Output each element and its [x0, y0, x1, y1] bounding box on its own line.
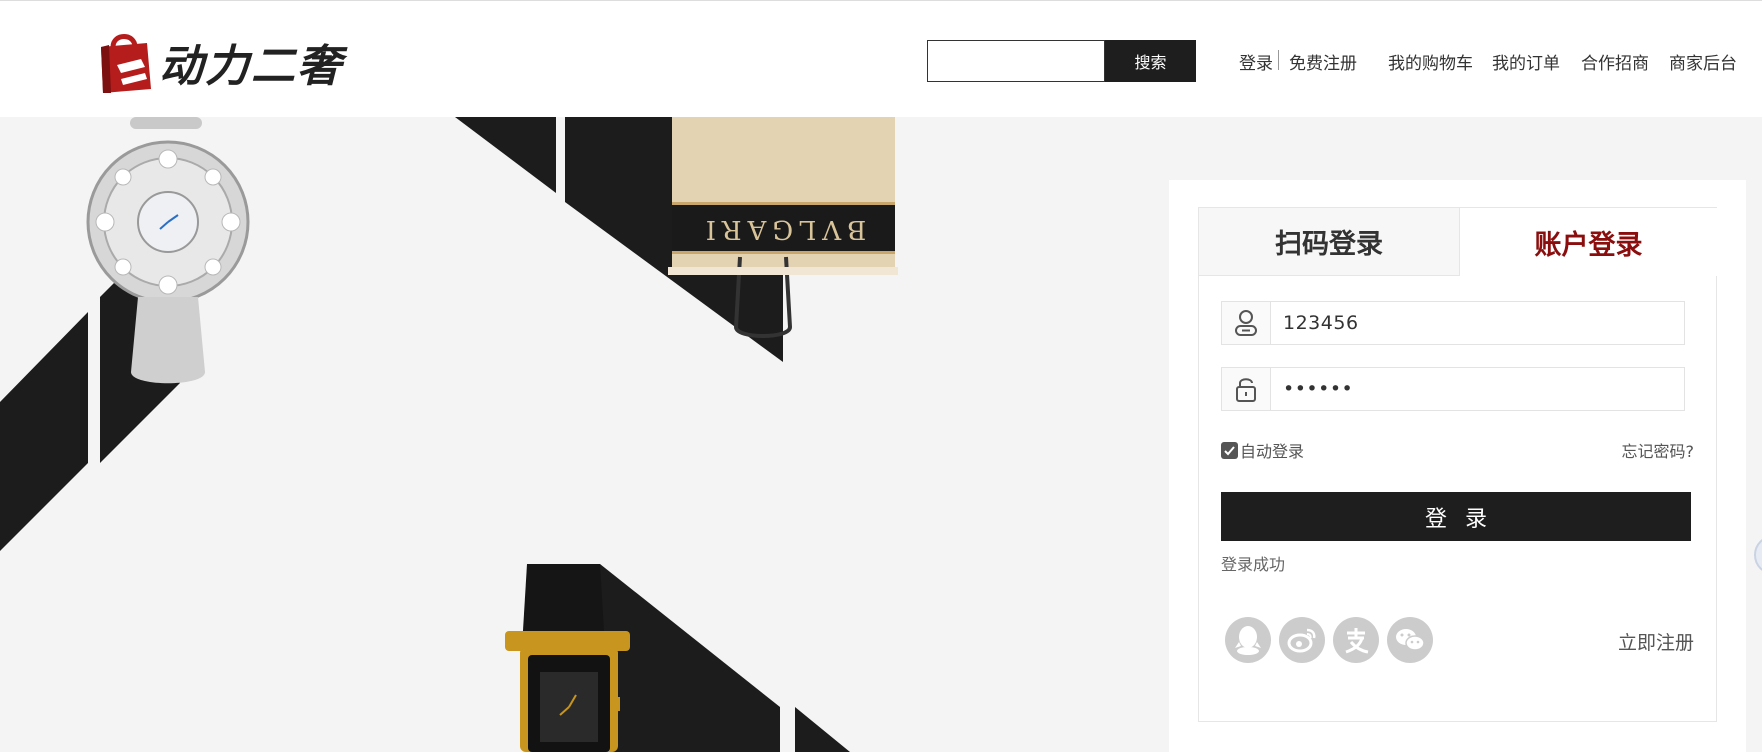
password-field: [1221, 367, 1685, 411]
password-input[interactable]: [1271, 368, 1684, 410]
user-icon: [1222, 302, 1271, 344]
login-status-text: 登录成功: [1221, 555, 1286, 574]
banner-art: BVLGARI: [0, 117, 1160, 752]
weibo-icon[interactable]: [1279, 617, 1325, 663]
username-field: [1221, 301, 1685, 345]
tab-account-login[interactable]: 账户登录: [1460, 208, 1717, 276]
auto-login-label: 自动登录: [1240, 442, 1305, 461]
nav-divider: [1278, 50, 1279, 70]
wechat-icon[interactable]: [1387, 617, 1433, 663]
floating-widget-button[interactable]: [1754, 535, 1762, 575]
login-form: 扫码登录 账户登录 自动登录 忘记密码? 登录 登录成功: [1198, 207, 1717, 722]
forgot-password-link[interactable]: 忘记密码?: [1622, 438, 1695, 462]
lock-icon: [1222, 368, 1271, 410]
login-panel: 扫码登录 账户登录 自动登录 忘记密码? 登录 登录成功: [1169, 180, 1746, 752]
nav-login-link[interactable]: 登录: [1239, 49, 1273, 74]
qq-icon[interactable]: [1225, 617, 1271, 663]
svg-text:BVLGARI: BVLGARI: [700, 214, 867, 244]
tab-qr-login[interactable]: 扫码登录: [1199, 208, 1460, 276]
nav-merchant-link[interactable]: 商家后台: [1669, 49, 1737, 74]
auto-login-option[interactable]: 自动登录: [1221, 438, 1304, 462]
nav-cart-link[interactable]: 我的购物车: [1388, 49, 1473, 74]
site-logo[interactable]: 动力二奢: [95, 27, 355, 97]
search-button[interactable]: 搜索: [1105, 40, 1196, 82]
nav-register-link[interactable]: 免费注册: [1289, 49, 1357, 74]
username-input[interactable]: [1271, 302, 1684, 344]
nav-orders-link[interactable]: 我的订单: [1492, 49, 1560, 74]
nav-partner-link[interactable]: 合作招商: [1581, 49, 1649, 74]
site-header: 动力二奢 搜索 登录 免费注册 我的购物车 我的订单 合作招商 商家后台: [0, 0, 1762, 117]
search-input[interactable]: [927, 40, 1105, 82]
login-submit-button[interactable]: 登录: [1221, 492, 1691, 541]
auto-login-checkbox[interactable]: [1221, 441, 1238, 459]
banner-graphic: BVLGARI: [0, 117, 898, 752]
register-now-link[interactable]: 立即注册: [1618, 628, 1694, 655]
brand-name: 动力二奢: [159, 41, 343, 92]
shopping-bag-icon: [101, 34, 151, 93]
alipay-icon[interactable]: [1333, 617, 1379, 663]
